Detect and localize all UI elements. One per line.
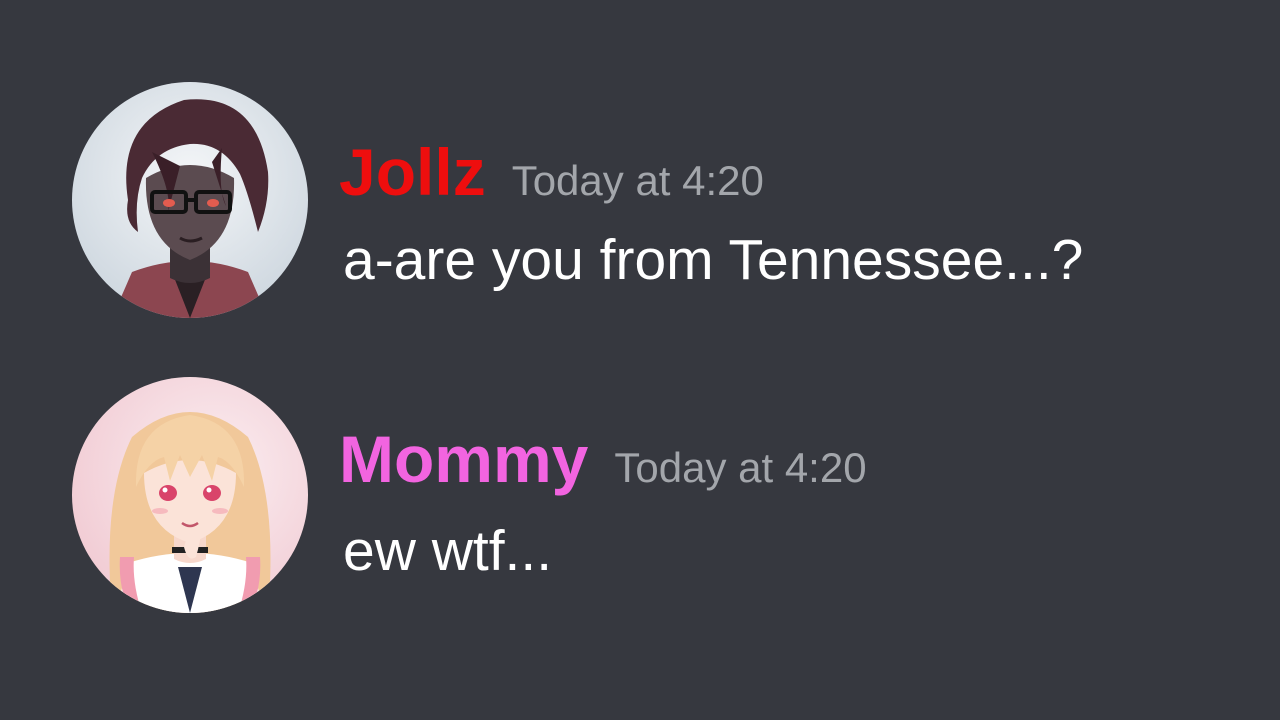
username[interactable]: Jollz (339, 135, 486, 209)
anime-boy-avatar-icon[interactable] (72, 82, 308, 318)
username[interactable]: Mommy (339, 422, 588, 496)
message-text: ew wtf... (343, 519, 553, 583)
message-header: Jollz Today at 4:20 (339, 134, 764, 219)
chat-log: Jollz Today at 4:20 a-are you from Tennes… (0, 0, 1280, 720)
message-header: Mommy Today at 4:20 (339, 421, 867, 506)
timestamp: Today at 4:20 (614, 444, 867, 491)
timestamp: Today at 4:20 (511, 157, 764, 204)
anime-girl-avatar-icon[interactable] (72, 377, 308, 613)
message-text: a-are you from Tennessee...? (343, 228, 1084, 292)
